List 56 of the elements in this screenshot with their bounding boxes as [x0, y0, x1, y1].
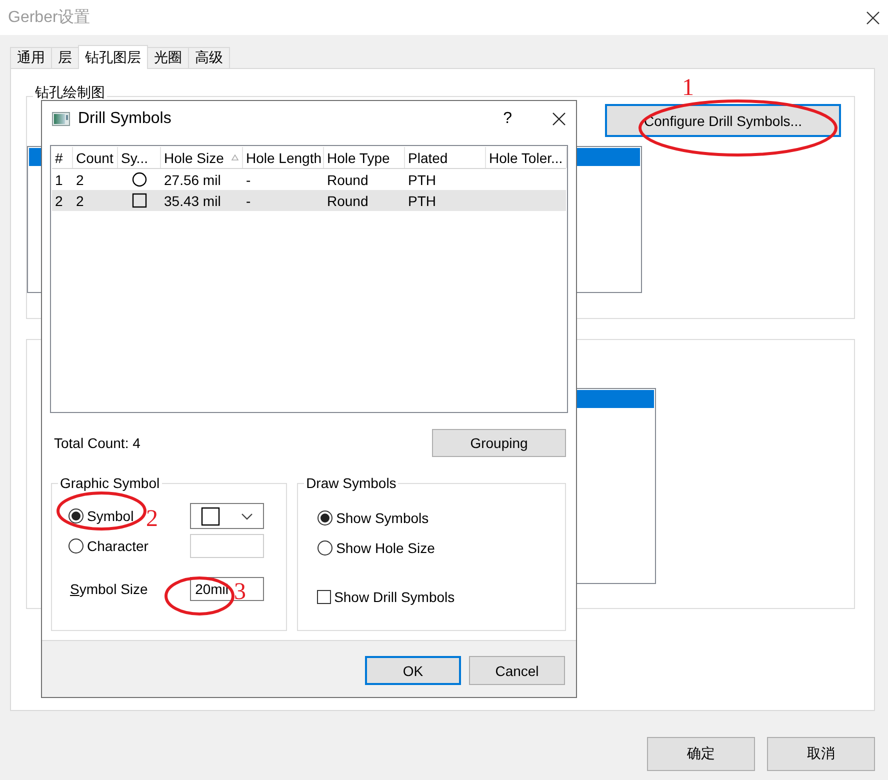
total-count: Total Count: 4 [54, 435, 140, 451]
annotation-number: 1 [682, 76, 694, 100]
table-cell-text: 35.43 mil [163, 192, 222, 210]
annotation-number: 2 [146, 507, 158, 531]
table-cell-text: 1 [54, 170, 64, 190]
table-cell-text: - [245, 170, 252, 190]
table-cell-text: Round [326, 192, 370, 210]
tab[interactable]: 钻孔图层 [78, 45, 148, 69]
annotation-ellipse [164, 576, 235, 616]
square-symbol-icon [132, 193, 147, 208]
window-title: Gerber设置 [8, 8, 90, 28]
sort-icon [231, 154, 239, 161]
dialog-button[interactable]: 取消 [767, 737, 875, 771]
symbol-dropdown[interactable] [190, 503, 264, 529]
column-header[interactable]: Count [76, 150, 117, 166]
column-header[interactable]: Hole Size [164, 150, 242, 166]
grouping-button[interactable]: Grouping [432, 429, 566, 457]
column-header[interactable]: # [55, 150, 72, 166]
table-row[interactable]: 1 2 27.56 mil - Round PTH [52, 169, 566, 190]
help-button[interactable]: ? [503, 110, 512, 128]
column-header[interactable]: Hole Type [327, 150, 404, 166]
table-cell-text: Round [326, 170, 370, 190]
group-label: Draw Symbols [304, 475, 398, 491]
dialog-button[interactable]: OK [365, 656, 461, 685]
column-header[interactable]: Hole Toler... [489, 150, 566, 166]
selected-row[interactable]: 2 2 35.43 mil - Round PTH [52, 190, 566, 211]
window-icon [52, 112, 70, 126]
column-header[interactable]: Hole Length [246, 150, 323, 166]
column-header[interactable]: Plated [408, 150, 485, 166]
radio-button[interactable]: Show Hole Size [317, 540, 435, 556]
circle-symbol-icon [132, 172, 147, 187]
table-cell-text: - [245, 192, 252, 210]
table-cell-text: PTH [407, 170, 437, 190]
input-field[interactable] [190, 534, 264, 558]
dialog-button[interactable]: Cancel [469, 656, 565, 685]
close-icon[interactable] [552, 112, 566, 126]
tab[interactable]: 通用 [10, 47, 52, 68]
tab[interactable]: 高级 [188, 47, 230, 68]
table-cell-text: 2 [54, 192, 64, 210]
annotation-number: 3 [234, 580, 246, 604]
table-cell-text: PTH [407, 192, 437, 210]
close-icon[interactable] [866, 10, 880, 24]
chevron-down-icon [240, 512, 253, 520]
field-label: Symbol Size [70, 581, 148, 597]
square-symbol-icon [201, 506, 220, 526]
table-cell-text: 27.56 mil [163, 170, 222, 190]
checkbox[interactable]: Show Drill Symbols [317, 589, 455, 605]
radio-button[interactable]: Show Symbols [317, 510, 429, 526]
group-label: 钻孔绘制图 [33, 84, 107, 100]
table-cell-text: 2 [75, 170, 85, 190]
group-label: Graphic Symbol [58, 475, 162, 491]
table-cell-text: 2 [75, 192, 85, 210]
column-header[interactable]: Sy... [121, 150, 160, 166]
radio-button[interactable]: Character [68, 538, 148, 554]
dialog-button[interactable]: 确定 [647, 737, 755, 771]
dialog-title: Drill Symbols [78, 110, 172, 128]
